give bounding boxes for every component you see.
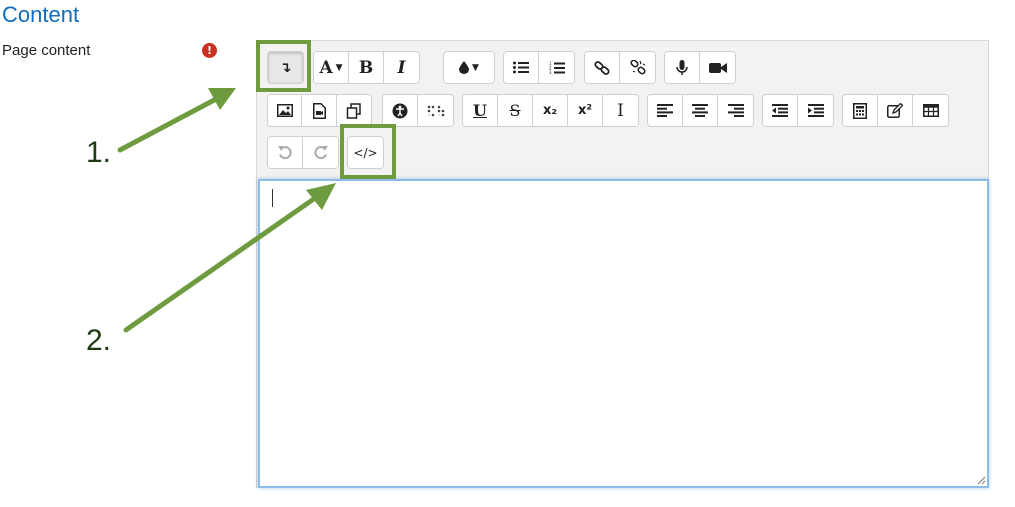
align-left-icon [657,104,673,117]
outdent-button[interactable] [763,95,798,126]
image-icon [276,104,293,117]
resize-grip-icon[interactable] [976,475,986,485]
droplet-icon [459,61,470,74]
italic-icon: I [397,57,406,78]
table-button[interactable] [913,95,948,126]
microphone-icon [676,59,688,76]
font-color-button[interactable]: ▼ [444,52,494,83]
text-cursor-icon: I [617,100,624,121]
clear-formatting-button[interactable]: I [603,95,638,126]
show-more-buttons[interactable]: ↴ [268,52,303,83]
toolbar-group-files [267,94,372,127]
paragraph-styles-button[interactable]: A ▼ [314,52,349,83]
redo-button[interactable] [303,137,338,168]
undo-button[interactable] [268,137,303,168]
outdent-icon [772,104,788,117]
edit-pencil-icon [887,103,903,118]
list-ul-icon [513,61,529,74]
bold-icon: B [358,57,374,78]
arrow-down-turn-icon: ↴ [279,59,292,76]
accessibility-icon [392,103,408,119]
align-right-button[interactable] [718,95,753,126]
align-right-icon [727,104,744,117]
underline-button[interactable]: U [463,95,498,126]
toolbar-group-media [664,51,736,84]
font-a-icon: A [319,57,333,78]
caret-down-icon: ▼ [335,62,343,73]
subscript-icon: x₂ [542,103,558,118]
toolbar-group-html: </> [347,136,384,169]
screenreader-helper-button[interactable] [418,95,453,126]
insert-media-button[interactable] [302,95,337,126]
rich-text-editor: ↴ A ▼ B I ▼ 1 2 3 U S x₂ x² I </> [256,40,989,488]
link-icon [594,60,610,75]
underline-icon: U [473,101,487,120]
align-left-button[interactable] [648,95,683,126]
redo-icon [313,145,328,160]
toolbar-group-indent [762,94,834,127]
editor-content-area[interactable] [258,179,989,488]
caret-down-icon: ▼ [472,62,479,73]
subscript-button[interactable]: x₂ [533,95,568,126]
superscript-icon: x² [577,103,593,118]
toolbar-group-insert [842,94,949,127]
step-label-2: 2. [86,324,112,357]
step-label-1: 1. [86,136,112,169]
toolbar-group-formatting: U S x₂ x² I [462,94,639,127]
calculator-icon [853,102,867,119]
strikethrough-icon: S [509,101,521,120]
superscript-button[interactable]: x² [568,95,603,126]
svg-text:3: 3 [549,70,552,75]
media-file-icon [312,102,326,119]
strikethrough-button[interactable]: S [498,95,533,126]
bold-button[interactable]: B [349,52,384,83]
italic-button[interactable]: I [384,52,419,83]
equation-button[interactable] [843,95,878,126]
manage-files-button[interactable] [336,95,371,126]
video-camera-icon [708,62,727,74]
table-icon [922,104,939,117]
field-label: Page content [2,42,91,59]
unlink-icon [629,60,646,75]
toolbar-group-style: A ▼ B I [313,51,420,84]
ordered-list-button[interactable]: 123 [539,52,574,83]
braille-icon [427,105,445,117]
toolbar-group-color: ▼ [443,51,495,84]
unordered-list-button[interactable] [504,52,539,83]
undo-icon [277,145,293,160]
toolbar-group-links [584,51,656,84]
character-map-button[interactable] [878,95,913,126]
indent-button[interactable] [798,95,833,126]
link-button[interactable] [585,52,620,83]
arrow-step-1-head [208,88,236,110]
list-ol-icon: 123 [549,61,565,75]
indent-icon [807,104,824,117]
code-icon: </> [353,145,378,160]
accessibility-checker-button[interactable] [383,95,418,126]
insert-image-button[interactable] [268,95,303,126]
text-cursor [272,189,273,207]
record-audio-button[interactable] [665,52,700,83]
toolbar-group-toggle: ↴ [267,51,304,84]
arrow-step-1-line [117,95,221,153]
required-icon: ! [202,43,217,58]
toolbar-group-history [267,136,339,169]
toolbar-group-lists: 123 [503,51,575,84]
unlink-button[interactable] [620,52,655,83]
toolbar-group-accessibility [382,94,454,127]
toolbar-group-align [647,94,754,127]
html-source-button[interactable]: </> [348,137,383,168]
align-center-button[interactable] [683,95,718,126]
copy-files-icon [346,102,362,119]
section-title: Content [2,2,80,27]
record-video-button[interactable] [700,52,735,83]
align-center-icon [692,104,708,117]
